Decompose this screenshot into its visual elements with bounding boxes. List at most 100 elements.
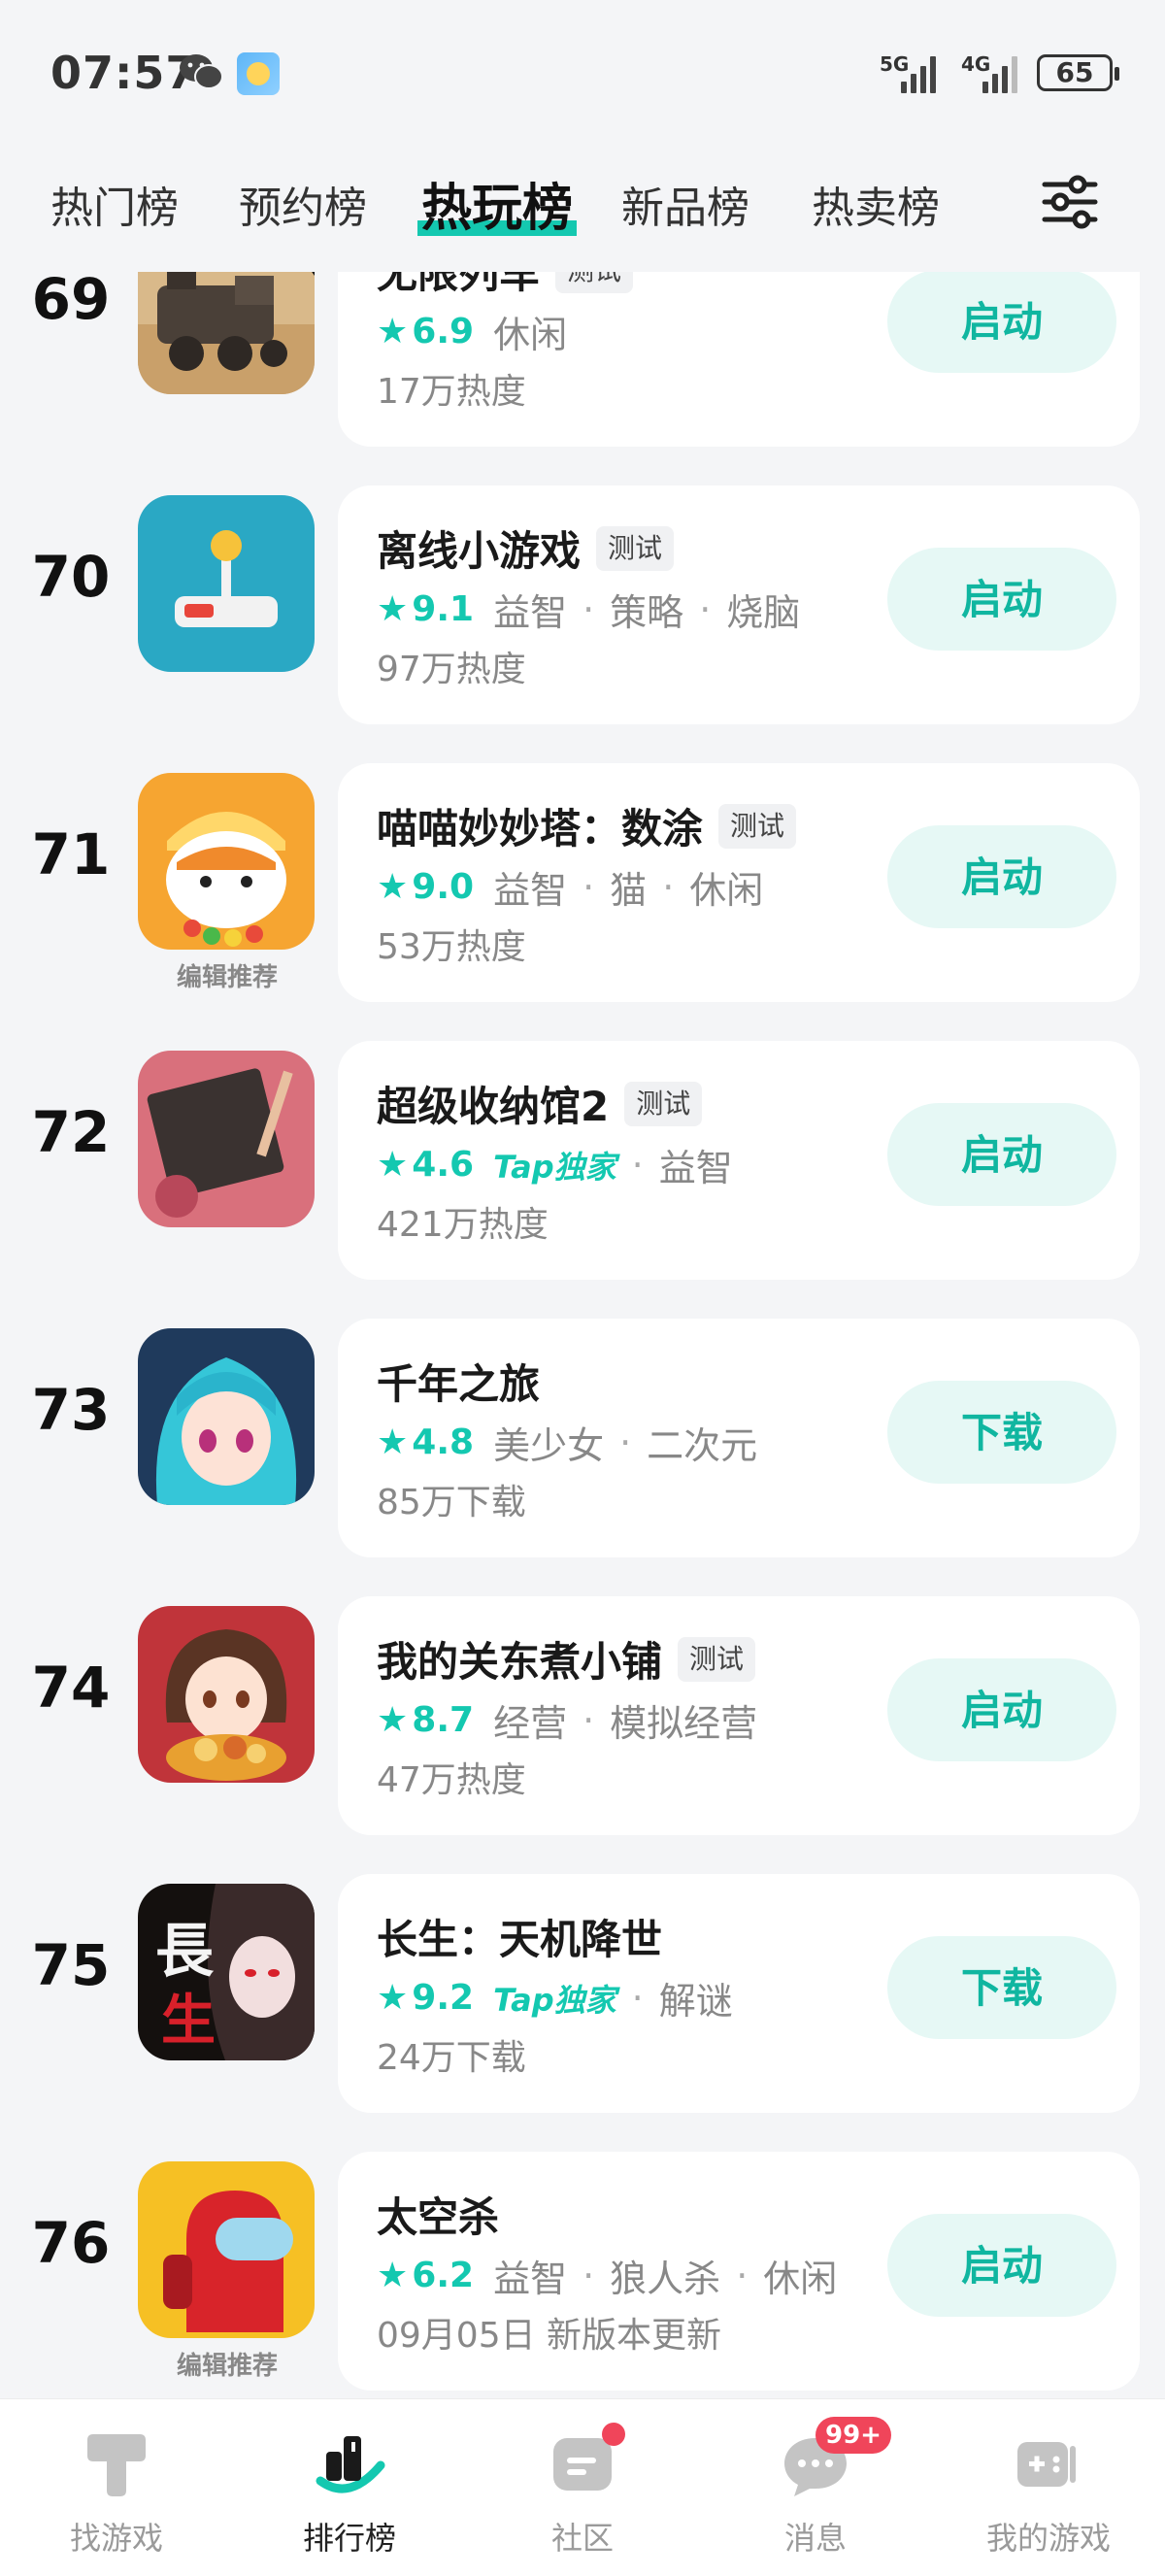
game-meta: ★ 4.6 Tap独家 · 益智 <box>377 1138 733 1191</box>
genre: 解谜 <box>658 1980 733 2023</box>
game-card[interactable]: 超级收纳馆2 测试 ★ 4.6 Tap独家 · 益智 421万热度 启动 <box>338 1041 1140 1280</box>
nav-leaderboard[interactable]: 排行榜 <box>233 2399 466 2576</box>
game-meta: ★ 9.0 益智 · 猫 · 休闲 <box>377 860 763 914</box>
genre: 狼人杀 <box>610 2258 721 2300</box>
rating-score: 8.7 <box>412 1700 475 1740</box>
download-button[interactable]: 下载 <box>887 1381 1116 1484</box>
tab-hot-play[interactable]: 热玩榜 <box>417 167 578 240</box>
game-ranking-list[interactable]: 69 YQ 无限列车 测试 ★ 6.9 休闲 17万热度 启动 <box>0 272 1165 2398</box>
test-tag: 测试 <box>624 1081 703 1126</box>
rank-number: 73 <box>31 1377 111 1443</box>
game-title: 我的关东煮小铺 <box>377 1638 663 1686</box>
game-title: 长生：天机降世 <box>377 1916 663 1963</box>
nav-find-games[interactable]: 找游戏 <box>0 2399 233 2576</box>
launch-button[interactable]: 启动 <box>887 2214 1116 2317</box>
my-games-icon <box>1017 2442 1076 2487</box>
launch-button[interactable]: 启动 <box>887 825 1116 928</box>
launch-button[interactable]: 启动 <box>887 1103 1116 1206</box>
download-button[interactable]: 下载 <box>887 1936 1116 2039</box>
game-card[interactable]: 离线小游戏 测试 ★ 9.1 益智 · 策略 · 烧脑 97万热度 启动 <box>338 485 1140 724</box>
oden-shop-game-icon[interactable] <box>138 1606 315 1783</box>
wechat-icon <box>180 54 223 89</box>
changsheng-game-icon[interactable]: 長 生 <box>138 1884 315 2060</box>
rank-number: 75 <box>31 1932 111 1998</box>
genre: 益智 <box>493 591 568 634</box>
popularity-text: 47万热度 <box>377 1760 526 1800</box>
game-title: 无限列车 <box>377 272 541 297</box>
game-meta: ★ 8.7 经营 · 模拟经营 <box>377 1693 757 1747</box>
popularity-text: 97万热度 <box>377 650 526 689</box>
list-item[interactable]: 73 千年之旅 ★ 4.8 美少女 · 二次元 85万下载 下载 <box>0 1319 1165 1561</box>
tab-hot[interactable]: 热门榜 <box>50 173 179 235</box>
game-title: 离线小游戏 <box>377 527 582 575</box>
notification-dot <box>602 2423 625 2446</box>
rating-score: 9.1 <box>412 589 475 629</box>
launch-button[interactable]: 启动 <box>887 548 1116 651</box>
tap-exclusive-label: Tap独家 <box>493 1981 616 2019</box>
game-card[interactable]: 无限列车 测试 ★ 6.9 休闲 17万热度 启动 <box>338 272 1140 447</box>
editor-pick-badge: 编辑推荐 <box>176 2352 278 2381</box>
rating-score: 9.0 <box>412 867 475 907</box>
launch-button[interactable]: 启动 <box>887 272 1116 373</box>
test-tag: 测试 <box>596 525 675 571</box>
game-card[interactable]: 太空杀 ★ 6.2 益智 · 狼人杀 · 休闲 09月05日 新版本更新 启动 <box>338 2152 1140 2391</box>
update-text: 09月05日 新版本更新 <box>377 2316 722 2356</box>
game-title: 喵喵妙妙塔：数涂 <box>377 805 704 853</box>
popularity-text: 421万热度 <box>377 1205 549 1245</box>
list-item[interactable]: 74 我的关东煮小铺 测试 ★ 8.7 经营 · 模拟经营 47万热度 启动 <box>0 1596 1165 1839</box>
nav-community[interactable]: 社区 <box>466 2399 699 2576</box>
status-time: 07:57 <box>50 47 198 99</box>
game-meta: ★ 9.1 益智 · 策略 · 烧脑 <box>377 583 800 636</box>
game-card[interactable]: 喵喵妙妙塔：数涂 测试 ★ 9.0 益智 · 猫 · 休闲 53万热度 启动 <box>338 763 1140 1002</box>
among-us-game-icon[interactable] <box>138 2161 315 2338</box>
game-meta: ★ 6.2 益智 · 狼人杀 · 休闲 <box>377 2249 837 2302</box>
rank-number: 70 <box>31 544 111 610</box>
game-card[interactable]: 我的关东煮小铺 测试 ★ 8.7 经营 · 模拟经营 47万热度 启动 <box>338 1596 1140 1835</box>
genre: 策略 <box>610 591 684 634</box>
game-card[interactable]: 长生：天机降世 ★ 9.2 Tap独家 · 解谜 24万下载 下载 <box>338 1874 1140 2113</box>
downloads-text: 85万下载 <box>377 1483 526 1522</box>
joystick-game-icon[interactable] <box>138 495 315 672</box>
cat-game-icon[interactable] <box>138 773 315 950</box>
genre: 美少女 <box>493 1424 605 1467</box>
list-item[interactable]: 75 長 生 长生：天机降世 ★ 9.2 Tap独家 · 解谜 24万下载 下载 <box>0 1874 1165 2117</box>
tab-reservation[interactable]: 预约榜 <box>239 173 367 235</box>
star-icon: ★ <box>377 1422 409 1462</box>
genre: 二次元 <box>647 1424 758 1467</box>
list-item[interactable]: 76 编辑推荐 太空杀 ★ 6.2 益智 · 狼人杀 · 休闲 09月05日 新… <box>0 2152 1165 2394</box>
list-item[interactable]: 70 离线小游戏 测试 ★ 9.1 益智 · 策略 · 烧脑 97万热度 启动 <box>0 485 1165 728</box>
genre: 猫 <box>610 869 648 912</box>
storage-game-icon[interactable] <box>138 1051 315 1227</box>
anime-girl-game-icon[interactable] <box>138 1328 315 1505</box>
genre: 经营 <box>493 1702 568 1745</box>
game-title: 太空杀 <box>377 2193 500 2241</box>
game-meta: ★ 9.2 Tap独家 · 解谜 <box>377 1971 733 2024</box>
svg-text:長: 長 <box>155 1918 215 1986</box>
list-item[interactable]: 71 编辑推荐 喵喵妙妙塔：数涂 测试 ★ 9.0 益智 · 猫 · 休闲 53… <box>0 763 1165 1006</box>
test-tag: 测试 <box>718 803 797 849</box>
nav-messages[interactable]: 99+ 消息 <box>699 2399 932 2576</box>
genre: 益智 <box>493 869 568 912</box>
svg-text:生: 生 <box>161 1989 216 2053</box>
list-item[interactable]: 69 YQ 无限列车 测试 ★ 6.9 休闲 17万热度 启动 <box>0 272 1165 451</box>
star-icon: ★ <box>377 312 409 351</box>
rating-score: 6.9 <box>412 312 475 351</box>
launch-button[interactable]: 启动 <box>887 1658 1116 1761</box>
game-meta: ★ 4.8 美少女 · 二次元 <box>377 1416 757 1469</box>
nav-my-games[interactable]: 我的游戏 <box>932 2399 1165 2576</box>
weather-icon <box>237 52 280 95</box>
tab-bestseller[interactable]: 热卖榜 <box>812 173 940 235</box>
test-tag: 测试 <box>555 272 634 293</box>
find-games-icon <box>87 2434 146 2496</box>
tab-new[interactable]: 新品榜 <box>621 173 749 235</box>
status-bar: 07:57 5G 4G 65 <box>0 0 1165 146</box>
tap-exclusive-label: Tap独家 <box>493 1148 616 1186</box>
list-item[interactable]: 72 超级收纳馆2 测试 ★ 4.6 Tap独家 · 益智 421万热度 启动 <box>0 1041 1165 1284</box>
genre: 休闲 <box>763 2258 838 2300</box>
popularity-text: 53万热度 <box>377 927 526 967</box>
filter-settings-icon[interactable] <box>1039 171 1101 233</box>
rating-score: 6.2 <box>412 2256 475 2295</box>
star-icon: ★ <box>377 867 409 907</box>
game-card[interactable]: 千年之旅 ★ 4.8 美少女 · 二次元 85万下载 下载 <box>338 1319 1140 1557</box>
train-game-icon[interactable]: YQ <box>138 272 315 394</box>
